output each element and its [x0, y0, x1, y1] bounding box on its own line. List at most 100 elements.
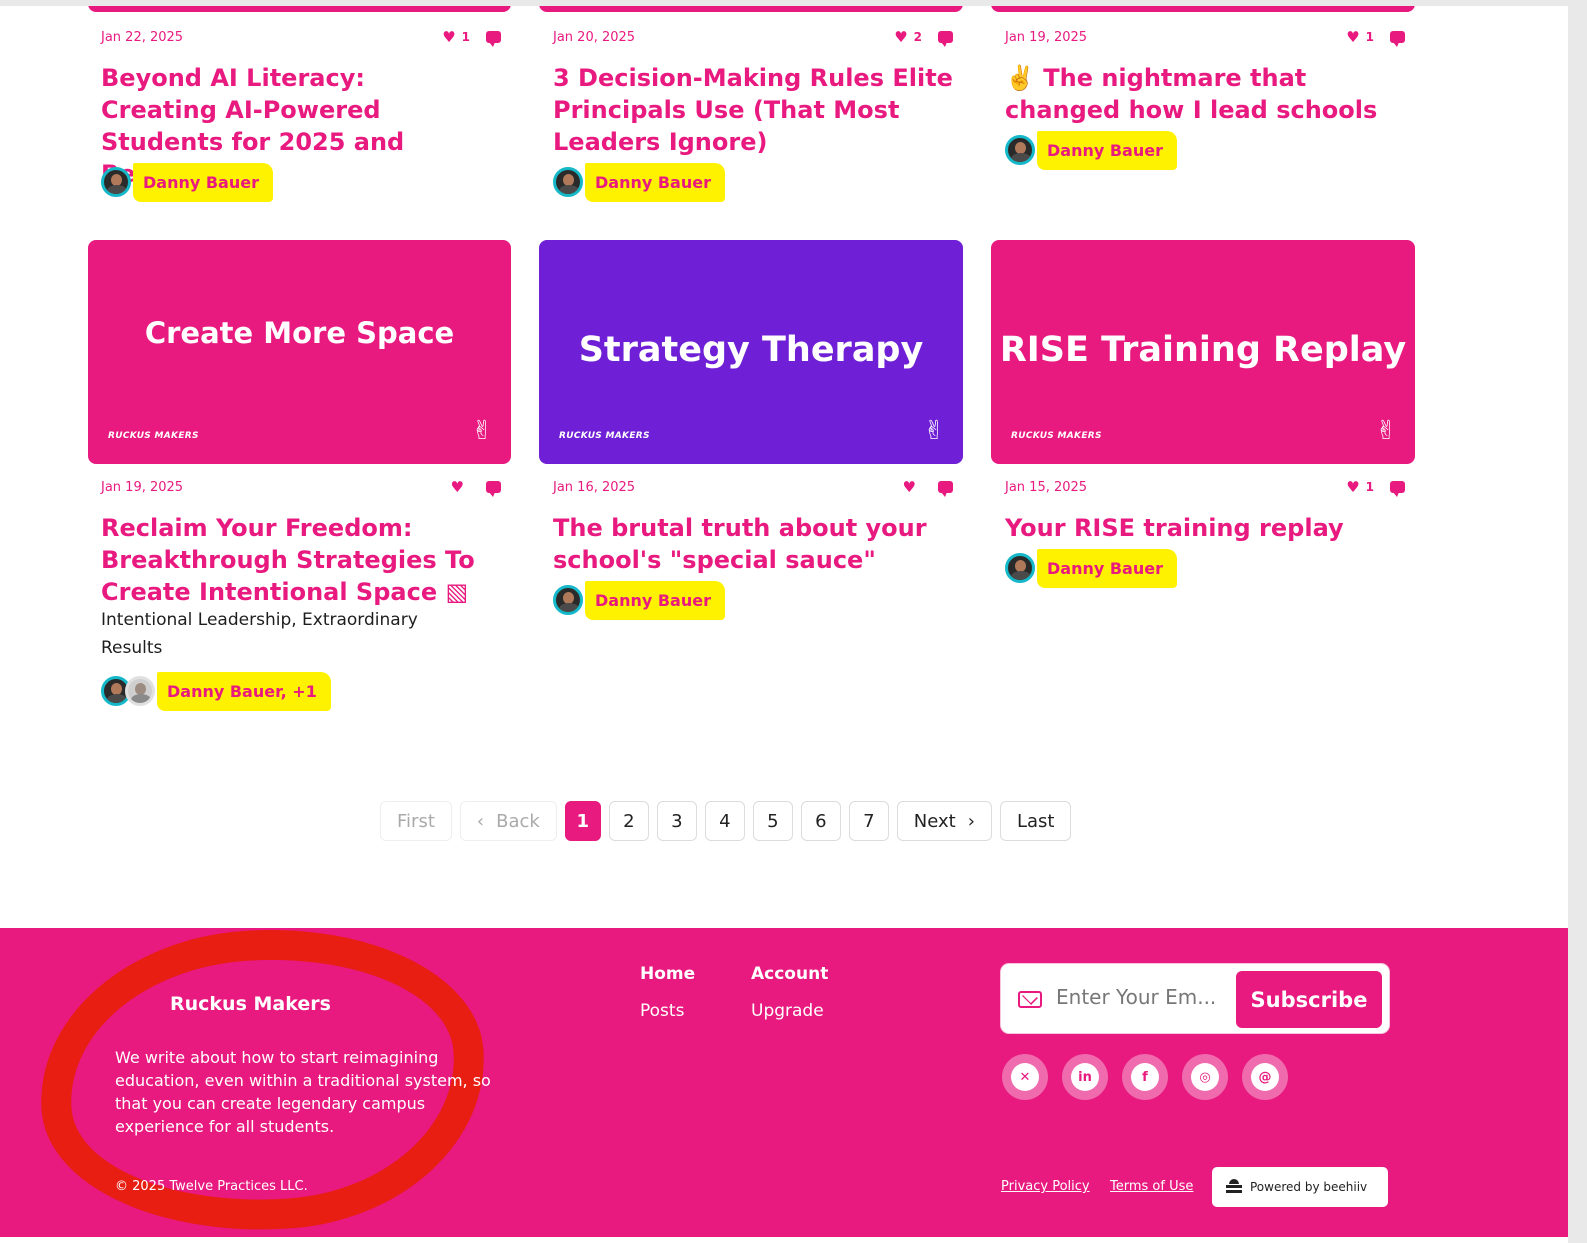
- post-date: Jan 16, 2025: [553, 480, 636, 495]
- author-name[interactable]: Danny Bauer: [1037, 130, 1177, 170]
- post-author[interactable]: Danny Bauer: [1005, 548, 1177, 588]
- like-count: 1: [1365, 30, 1374, 44]
- post-thumbnail[interactable]: Strategy Therapy RUCKUS MAKERS ✌: [539, 240, 963, 464]
- post-meta: Jan 20, 2025 ♥ 2: [553, 28, 953, 48]
- post-thumbnail[interactable]: Create More Space RUCKUS MAKERS ✌: [88, 240, 511, 464]
- avatar: [553, 167, 583, 197]
- first-page-button[interactable]: First: [380, 801, 452, 841]
- post-meta: Jan 19, 2025 ♥: [101, 478, 501, 498]
- instagram-social-button[interactable]: ◎: [1182, 1054, 1228, 1100]
- comment-icon[interactable]: [1390, 31, 1405, 47]
- ruckus-makers-logo: RUCKUS MAKERS: [1011, 431, 1102, 441]
- avatar: [125, 676, 155, 706]
- page-6-button[interactable]: 6: [800, 801, 841, 841]
- heart-icon[interactable]: ♥: [1346, 28, 1359, 46]
- heart-icon[interactable]: ♥: [442, 28, 455, 46]
- linkedin-icon: in: [1071, 1063, 1099, 1091]
- post-author[interactable]: Danny Bauer, +1: [101, 671, 331, 711]
- post-meta: Jan 19, 2025 ♥ 1: [1005, 28, 1405, 48]
- email-input[interactable]: [1056, 985, 1226, 1009]
- chevron-right-icon: ›: [967, 810, 975, 832]
- author-name[interactable]: Danny Bauer: [585, 580, 725, 620]
- post-title[interactable]: Reclaim Your Freedom: Breakthrough Strat…: [101, 512, 481, 608]
- beehiiv-icon: [1226, 1179, 1242, 1195]
- facebook-social-button[interactable]: f: [1122, 1054, 1168, 1100]
- author-name[interactable]: Danny Bauer: [133, 162, 273, 202]
- x-social-button[interactable]: ✕: [1002, 1054, 1048, 1100]
- footer-link-posts[interactable]: Posts: [640, 1001, 684, 1021]
- footer-copyright: © 2025 Twelve Practices LLC.: [115, 1179, 308, 1194]
- avatar: [101, 167, 131, 197]
- page-3-button[interactable]: 3: [656, 801, 697, 841]
- page-4-button[interactable]: 4: [704, 801, 745, 841]
- powered-by-beehiiv-badge[interactable]: Powered by beehiiv: [1212, 1167, 1388, 1207]
- comment-icon[interactable]: [938, 31, 953, 47]
- page-1-button[interactable]: 1: [564, 801, 601, 841]
- comment-icon[interactable]: [1390, 481, 1405, 497]
- page-5-button[interactable]: 5: [752, 801, 793, 841]
- subscribe-form: Subscribe: [1001, 964, 1389, 1033]
- avatar: [553, 585, 583, 615]
- back-button[interactable]: ‹ Back: [459, 801, 557, 841]
- terms-of-use-link[interactable]: Terms of Use: [1110, 1179, 1193, 1194]
- chevron-left-icon: ‹: [476, 810, 485, 832]
- post-title[interactable]: ✌️ The nightmare that changed how I lead…: [1005, 62, 1385, 126]
- author-name[interactable]: Danny Bauer, +1: [157, 671, 331, 711]
- footer-description: We write about how to start reimagining …: [115, 1048, 491, 1136]
- ruckus-makers-logo: RUCKUS MAKERS: [108, 431, 199, 441]
- last-page-button[interactable]: Last: [999, 801, 1072, 841]
- comment-icon[interactable]: [486, 481, 501, 497]
- post-thumbnail[interactable]: [88, 6, 511, 12]
- next-label: Next: [913, 810, 956, 832]
- post-author[interactable]: Danny Bauer: [553, 580, 725, 620]
- avatar: [1005, 553, 1035, 583]
- post-date: Jan 19, 2025: [1005, 30, 1088, 45]
- post-thumbnail[interactable]: [991, 6, 1415, 12]
- post-date: Jan 19, 2025: [101, 480, 184, 495]
- mail-icon: [1018, 991, 1042, 1008]
- comment-icon[interactable]: [486, 31, 501, 47]
- author-name[interactable]: Danny Bauer: [1037, 548, 1177, 588]
- post-subtitle: Intentional Leadership, Extraordinary Re…: [101, 610, 418, 658]
- thumbnail-title: Strategy Therapy: [578, 330, 924, 370]
- thumbnail-title: Create More Space: [144, 316, 455, 350]
- thumbnail-title: RISE Training Replay: [999, 330, 1407, 370]
- threads-icon: @: [1251, 1063, 1279, 1091]
- like-count: 1: [461, 30, 470, 44]
- peace-sign-icon: ✌: [471, 416, 493, 446]
- heart-icon[interactable]: ♥: [451, 478, 464, 496]
- author-name[interactable]: Danny Bauer: [585, 162, 725, 202]
- footer-link-account[interactable]: Account: [751, 964, 828, 984]
- subscribe-button[interactable]: Subscribe: [1236, 971, 1382, 1028]
- comment-icon[interactable]: [938, 481, 953, 497]
- avatar: [1005, 135, 1035, 165]
- powered-by-label: Powered by beehiiv: [1250, 1180, 1368, 1194]
- linkedin-social-button[interactable]: in: [1062, 1054, 1108, 1100]
- instagram-icon: ◎: [1191, 1063, 1219, 1091]
- footer-brand: Ruckus Makers: [170, 993, 331, 1015]
- post-title[interactable]: The brutal truth about your school's "sp…: [553, 512, 933, 576]
- post-meta: Jan 15, 2025 ♥ 1: [1005, 478, 1405, 498]
- post-author[interactable]: Danny Bauer: [101, 162, 273, 202]
- post-thumbnail[interactable]: RISE Training Replay RUCKUS MAKERS ✌: [991, 240, 1415, 464]
- next-button[interactable]: Next ›: [896, 801, 992, 841]
- footer-link-home[interactable]: Home: [640, 964, 695, 984]
- threads-social-button[interactable]: @: [1242, 1054, 1288, 1100]
- heart-icon[interactable]: ♥: [903, 478, 916, 496]
- post-date: Jan 15, 2025: [1005, 480, 1088, 495]
- heart-icon[interactable]: ♥: [1346, 478, 1359, 496]
- peace-sign-icon: ✌: [1375, 416, 1397, 446]
- privacy-policy-link[interactable]: Privacy Policy: [1001, 1179, 1090, 1194]
- page-2-button[interactable]: 2: [608, 801, 649, 841]
- peace-sign-icon: ✌: [923, 416, 945, 446]
- like-count: 1: [1365, 480, 1374, 494]
- post-title[interactable]: Your RISE training replay: [1005, 512, 1385, 544]
- post-thumbnail[interactable]: [539, 6, 963, 12]
- page-7-button[interactable]: 7: [848, 801, 889, 841]
- heart-icon[interactable]: ♥: [894, 28, 907, 46]
- post-author[interactable]: Danny Bauer: [553, 162, 725, 202]
- post-title[interactable]: 3 Decision-Making Rules Elite Principals…: [553, 62, 953, 158]
- footer-link-upgrade[interactable]: Upgrade: [751, 1001, 824, 1021]
- post-author[interactable]: Danny Bauer: [1005, 130, 1177, 170]
- like-count: 2: [913, 30, 922, 44]
